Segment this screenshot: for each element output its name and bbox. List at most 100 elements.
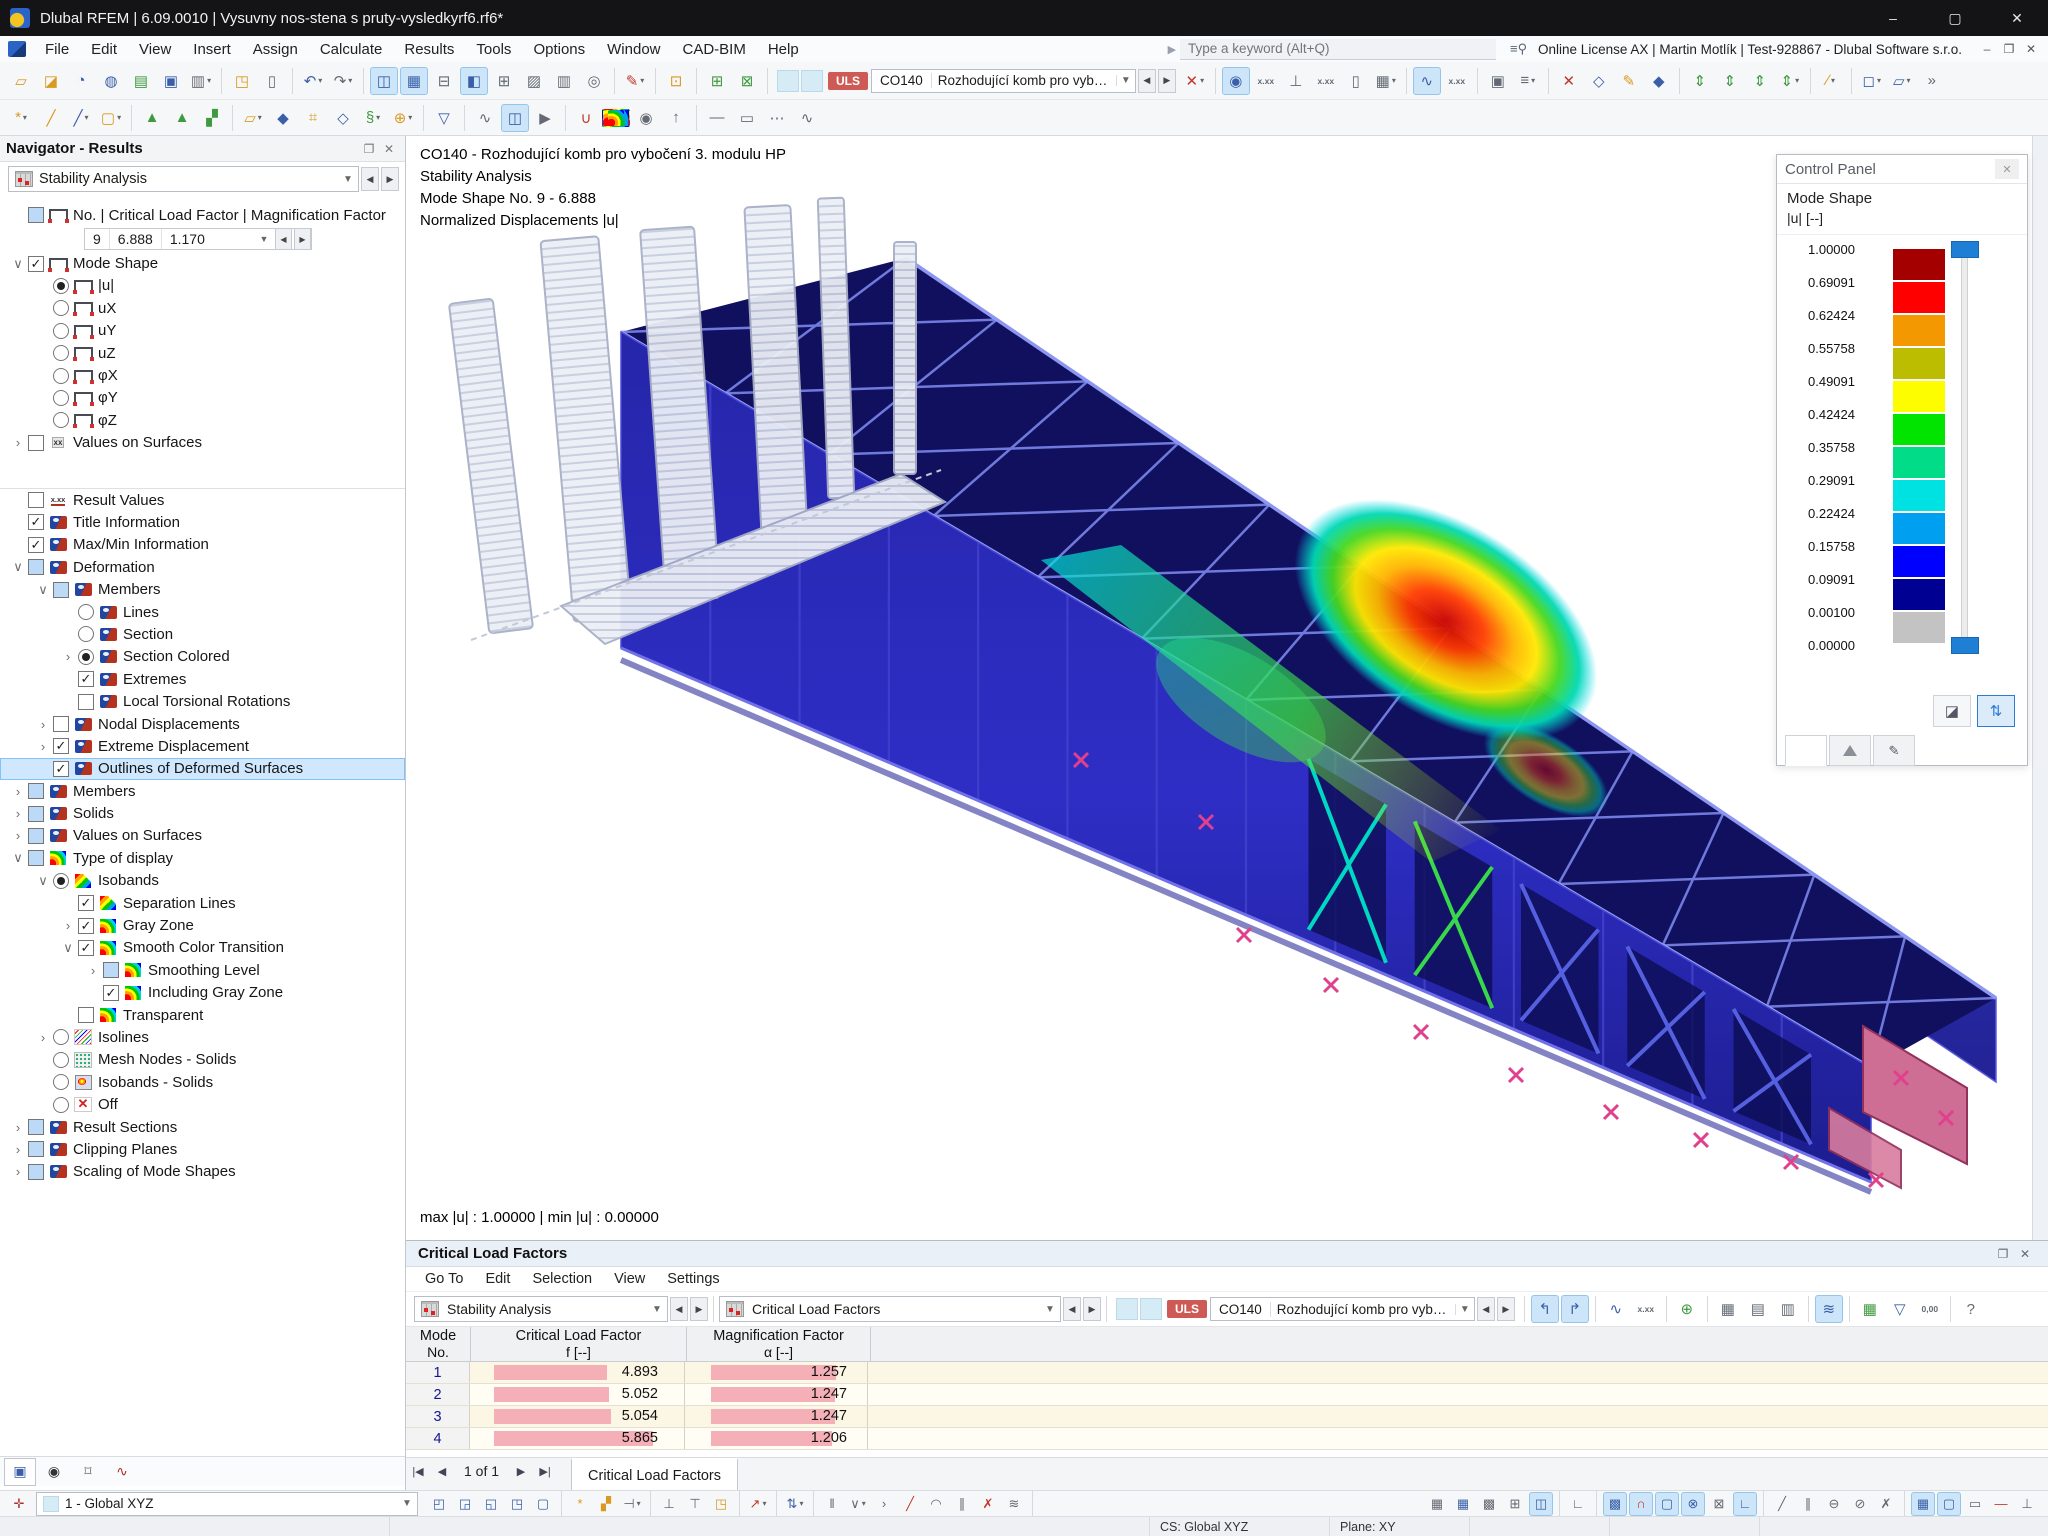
radio-off[interactable] [53, 412, 69, 429]
expander-closed-icon[interactable]: › [8, 435, 28, 450]
support-results-button[interactable]: ⊥ [1282, 67, 1310, 95]
menu-help[interactable]: Help [757, 36, 810, 62]
maximize-button[interactable]: ▢ [1924, 0, 1986, 36]
result-tables-button[interactable]: ▦ ▾ [1372, 67, 1400, 95]
comment-tool-button[interactable]: ⊥ [2015, 1492, 2039, 1516]
tables-toggle-button[interactable]: ▦ [400, 66, 428, 95]
tab-views-navigator[interactable]: ⌑ [72, 1458, 104, 1486]
dock-menu-edit[interactable]: Edit [474, 1267, 521, 1291]
table-row[interactable]: 1 4.893 1.257 [406, 1362, 2048, 1384]
tree-item-uz[interactable]: uZ [0, 342, 405, 364]
line-style-4-button[interactable]: ∿ [793, 104, 821, 132]
measure-button[interactable]: ↗ ▾ [746, 1492, 770, 1516]
expander-closed-icon[interactable]: › [8, 784, 28, 799]
prev-analysis-button[interactable]: ◀ [361, 167, 379, 191]
tree-item-title-information[interactable]: ✓ Title Information [0, 511, 405, 533]
result-diagrams-button[interactable]: ∿ [1412, 66, 1441, 95]
tree-item-clipping-planes[interactable]: › Clipping Planes [0, 1138, 405, 1160]
checkbox-on[interactable]: ✓ [78, 671, 94, 688]
tab-factors[interactable] [1829, 735, 1871, 766]
radio-off[interactable] [53, 300, 69, 317]
menu-window[interactable]: Window [596, 36, 671, 62]
table-row[interactable]: 3 5.054 1.247 [406, 1406, 2048, 1428]
checkbox-part[interactable] [28, 783, 44, 800]
parallel-lines-button[interactable]: ‖ [820, 1492, 844, 1516]
next-load-case-button[interactable]: ▶ [1157, 68, 1176, 93]
tree-item-local-torsional-rotations[interactable]: Local Torsional Rotations [0, 690, 405, 712]
tree-item-values-on-surfaces[interactable]: › xx Values on Surfaces [0, 432, 405, 454]
expander-closed-icon[interactable]: › [8, 1120, 28, 1135]
tab-data-navigator[interactable]: ▣ [4, 1457, 36, 1486]
clear-view-button[interactable]: ✕ [1555, 67, 1583, 95]
tree-item-smoothing-level[interactable]: › Smoothing Level [0, 959, 405, 981]
new-node-button[interactable]: * ▾ [7, 104, 35, 132]
menu-assign[interactable]: Assign [242, 36, 309, 62]
expander-closed-icon[interactable]: › [58, 918, 78, 933]
checkbox-on[interactable]: ✓ [28, 255, 44, 272]
view-minus-y-button[interactable]: ⇕ [1716, 67, 1744, 95]
new-surface-button[interactable]: ▱ ▾ [239, 104, 267, 132]
next-mode-button[interactable]: ▶ [294, 228, 311, 251]
menu-file[interactable]: File [34, 36, 80, 62]
scale-handle-bottom[interactable] [1951, 637, 1979, 654]
checkbox-part[interactable] [28, 559, 44, 576]
radio-off[interactable] [78, 604, 94, 621]
checkbox-part[interactable] [28, 207, 44, 224]
filter-objects-button[interactable]: ▽ [430, 104, 458, 132]
dock-next-table[interactable]: ▶ [1083, 1297, 1101, 1321]
tree-item-members[interactable]: › Members [0, 780, 405, 802]
new-solid-button[interactable]: ◆ [269, 104, 297, 132]
grid-cartesian-button[interactable]: ⊞ [1503, 1492, 1527, 1516]
menu-tools[interactable]: Tools [465, 36, 522, 62]
show-results-button[interactable]: ◉ [1221, 66, 1250, 95]
printout-graphic-button[interactable]: ▤ [127, 67, 155, 95]
tree-item-extreme-displacement[interactable]: › ✓ Extreme Displacement [0, 735, 405, 757]
new-report-button[interactable]: ◳ [228, 67, 256, 95]
excel-export-button[interactable]: ▦ [1856, 1295, 1884, 1323]
funnel-tool-button[interactable]: ∪ [572, 104, 600, 132]
checkbox-on[interactable]: ✓ [78, 939, 94, 956]
checkbox-on[interactable]: ✓ [78, 895, 94, 912]
spotlight-button[interactable]: ◎ [580, 67, 608, 95]
navigator-float-icon[interactable]: ❐ [359, 142, 379, 156]
tree-item-gray-zone[interactable]: › ✓ Gray Zone [0, 914, 405, 936]
work-plane-button[interactable]: ∕ ▾ [1817, 67, 1845, 95]
dock-load-case-combo[interactable]: CO140 Rozhodující komb pro vyboč... ▼ [1210, 1297, 1475, 1321]
close-button[interactable]: ✕ [1986, 0, 2048, 36]
dimension-xx-button[interactable]: ⊥ [657, 1492, 681, 1516]
edit-mode-button[interactable]: ✎ ▾ [621, 67, 649, 95]
max-values-button[interactable]: x.xx [1312, 67, 1340, 95]
tree-item-section[interactable]: Section [0, 623, 405, 645]
tree-item-extremes[interactable]: ✓ Extremes [0, 668, 405, 690]
line-style-3-button[interactable]: ⋯ [763, 104, 791, 132]
checkbox-part[interactable] [28, 805, 44, 822]
view-3d-button[interactable]: ◆ [1645, 67, 1673, 95]
diagram-window-button[interactable]: ∿ [471, 104, 499, 132]
expander-closed-icon[interactable]: › [83, 963, 103, 978]
dock-menu-view[interactable]: View [603, 1267, 656, 1291]
radio-on[interactable] [53, 277, 69, 294]
checkbox-part[interactable] [28, 827, 44, 844]
expander-closed-icon[interactable]: › [33, 717, 53, 732]
tree-item-x[interactable]: φX [0, 364, 405, 386]
doc-minimize-icon[interactable]: ‒ [1976, 42, 1998, 56]
parallel-snap-button[interactable]: ∥ [1796, 1492, 1820, 1516]
relation-tree-button[interactable]: ⊕ [1673, 1295, 1701, 1323]
tree-item-nodal-displacements[interactable]: › Nodal Displacements [0, 713, 405, 735]
menu-calculate[interactable]: Calculate [309, 36, 394, 62]
chevron-down-icon[interactable]: ▼ [1115, 75, 1135, 86]
expander-closed-icon[interactable]: › [58, 649, 78, 664]
checkbox-part[interactable] [53, 581, 69, 598]
eraser-button[interactable]: ▭ [1963, 1492, 1987, 1516]
snap-node-button[interactable]: * [568, 1492, 592, 1516]
prev-load-case-button[interactable]: ◀ [1137, 68, 1156, 93]
tree-item-mode-shape[interactable]: ∨ ✓ Mode Shape [0, 252, 405, 274]
new-opening-button[interactable]: ⌗ [299, 104, 327, 132]
next-page-button[interactable]: ▶ [509, 1458, 533, 1484]
checkbox-on[interactable]: ✓ [53, 738, 69, 755]
guide-line-button[interactable]: ⊤ [683, 1492, 707, 1516]
mode-shape-window-button[interactable]: ◫ [501, 103, 529, 132]
filter-rows-button[interactable]: ▽ [1886, 1295, 1914, 1323]
minimize-button[interactable]: – [1862, 0, 1924, 36]
nodal-support-button[interactable]: ▲ [138, 104, 166, 132]
